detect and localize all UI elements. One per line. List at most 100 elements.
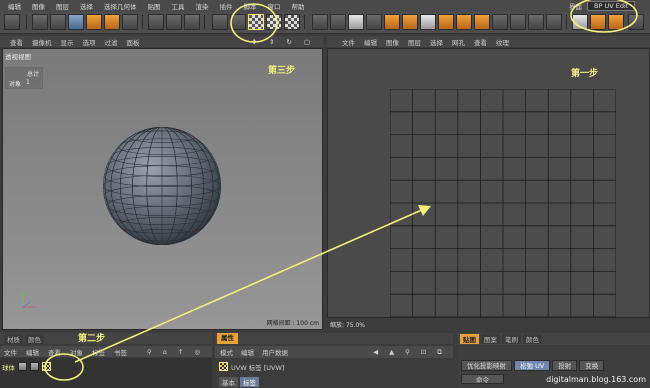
uv-editor-panel[interactable]: 第一步 (327, 48, 650, 318)
uv-relax-icon[interactable] (474, 14, 490, 30)
channel-icon[interactable] (366, 14, 382, 30)
uv-menu-mesh[interactable]: 网孔 (452, 37, 465, 47)
rotate-view-icon[interactable]: ↻ (286, 38, 291, 46)
viewport-menu-camera[interactable]: 摄像机 (32, 37, 52, 47)
menu-plugins[interactable]: 插件 (220, 1, 233, 11)
menu-edit[interactable]: 编辑 (8, 1, 21, 11)
layout-dropdown[interactable]: BP UV Edit (587, 0, 636, 11)
uv-menu-view[interactable]: 查看 (474, 37, 487, 47)
tab-mapping[interactable]: 贴图 (460, 334, 479, 344)
viewport-menu-display[interactable]: 显示 (61, 37, 74, 47)
move-tool-icon[interactable] (68, 14, 84, 30)
mirror-tool-icon[interactable] (122, 14, 138, 30)
uv-mesh-icon[interactable] (438, 14, 454, 30)
material-icon[interactable] (384, 14, 400, 30)
home-icon[interactable]: ⌂ (163, 348, 167, 356)
attr-menu-edit[interactable]: 编辑 (241, 347, 254, 357)
uv-grid-icon[interactable] (456, 14, 472, 30)
objmgr-menu-bookmark[interactable]: 书签 (114, 347, 127, 357)
visibility-icon[interactable] (30, 362, 39, 371)
paint-tool-icon[interactable] (312, 14, 328, 30)
layout-quad-icon[interactable] (608, 14, 624, 30)
transform-button[interactable]: 变换 (579, 360, 605, 371)
menu-render[interactable]: 渲染 (196, 1, 209, 11)
uv-point-mode-icon[interactable] (266, 14, 282, 30)
axis-z-icon[interactable] (184, 14, 200, 30)
up-arrow-icon[interactable]: ▲ (389, 348, 394, 356)
uv-menu-layer[interactable]: 图层 (408, 37, 421, 47)
attr-menu-userdata[interactable]: 用户数据 (262, 347, 288, 357)
search-icon[interactable]: ⚲ (405, 348, 410, 356)
texture-mode-icon[interactable] (284, 14, 300, 30)
objmgr-menu-tag[interactable]: 标签 (92, 347, 105, 357)
uvw-tag-icon[interactable] (42, 362, 51, 371)
settings-icon[interactable] (628, 14, 644, 30)
uv-tile-icon[interactable] (510, 14, 526, 30)
menu-select[interactable]: 选择 (80, 1, 93, 11)
objmgr-menu-file[interactable]: 文件 (4, 347, 17, 357)
texture-view-icon[interactable] (420, 14, 436, 30)
perspective-viewport[interactable]: 透视视图 总计 对象 1 第三步 网格间距 : 100 cm (2, 48, 323, 330)
layer-dot-icon[interactable] (18, 362, 27, 371)
axis-x-icon[interactable] (148, 14, 164, 30)
menu-script[interactable]: 脚本 (244, 1, 257, 11)
uv-menu-texture[interactable]: 纹理 (496, 37, 509, 47)
subtab-basic[interactable]: 基本 (219, 377, 238, 387)
object-mode-icon[interactable] (230, 14, 246, 30)
tab-pattern[interactable]: 图案 (481, 334, 500, 344)
menu-tools[interactable]: 工具 (172, 1, 185, 11)
zoom-view-icon[interactable]: ⇕ (269, 38, 274, 46)
tab-brush[interactable]: 笔刷 (502, 334, 521, 344)
menu-image[interactable]: 图像 (32, 1, 45, 11)
menu-select-geometry[interactable]: 选择几何体 (104, 1, 137, 11)
relax-uv-button[interactable]: 松弛 UV (514, 360, 551, 371)
rotate-tool-icon[interactable] (104, 14, 120, 30)
tab-colors[interactable]: 颜色 (25, 333, 44, 344)
uv-menu-image[interactable]: 图像 (386, 37, 399, 47)
uv-transform-icon[interactable] (492, 14, 508, 30)
projection-icon[interactable] (402, 14, 418, 30)
objmgr-menu-edit[interactable]: 编辑 (26, 347, 39, 357)
optimal-mapping-button[interactable]: 优化投影映射 (461, 360, 512, 371)
object-name[interactable]: 球体 (2, 362, 15, 372)
filter-icon[interactable]: ◎ (194, 348, 200, 356)
command-button[interactable]: 命令 (461, 374, 504, 384)
layout-single-icon[interactable] (572, 14, 588, 30)
lock-icon[interactable]: ⊡ (421, 348, 426, 356)
menu-help[interactable]: 帮助 (292, 1, 305, 11)
live-selection-icon[interactable] (50, 14, 66, 30)
axis-y-icon[interactable] (166, 14, 182, 30)
select-tool-icon[interactable] (32, 14, 48, 30)
viewport-menu-filter[interactable]: 过滤 (105, 37, 118, 47)
tab-color[interactable]: 颜色 (523, 334, 542, 344)
menu-texture[interactable]: 贴图 (148, 1, 161, 11)
search-icon[interactable]: ⚲ (147, 348, 152, 356)
back-arrow-icon[interactable]: ◀ (373, 348, 378, 356)
menu-layer[interactable]: 图层 (56, 1, 69, 11)
uv-layout-icon[interactable] (546, 14, 562, 30)
uv-menu-select[interactable]: 选择 (430, 37, 443, 47)
brush-icon[interactable] (330, 14, 346, 30)
layout-double-icon[interactable] (590, 14, 606, 30)
undo-icon[interactable] (4, 14, 20, 30)
maximize-view-icon[interactable]: ▢ (304, 38, 310, 46)
menu-window[interactable]: 窗口 (268, 1, 281, 11)
scale-tool-icon[interactable] (86, 14, 102, 30)
subtab-tag[interactable]: 标签 (240, 377, 259, 387)
attr-menu-mode[interactable]: 模式 (220, 347, 233, 357)
coordinate-icon[interactable] (212, 14, 228, 30)
objmgr-menu-view[interactable]: 查看 (48, 347, 61, 357)
viewport-menu-options[interactable]: 选项 (83, 37, 96, 47)
new-window-icon[interactable]: ⧉ (437, 348, 442, 357)
projection-button[interactable]: 投射 (552, 360, 578, 371)
uv-flip-icon[interactable] (528, 14, 544, 30)
move-view-icon[interactable]: ✥ (251, 38, 256, 46)
viewport-menu-panel[interactable]: 面板 (127, 37, 140, 47)
uv-polygon-mode-icon[interactable] (248, 14, 264, 30)
viewport-menu-view[interactable]: 查看 (10, 37, 23, 47)
tab-attributes[interactable]: 属性 (217, 333, 238, 344)
uv-menu-edit[interactable]: 编辑 (364, 37, 377, 47)
objmgr-menu-object[interactable]: 对象 (70, 347, 83, 357)
up-arrow-icon[interactable]: ↑ (178, 348, 183, 356)
object-row[interactable]: 球体 (0, 361, 51, 372)
